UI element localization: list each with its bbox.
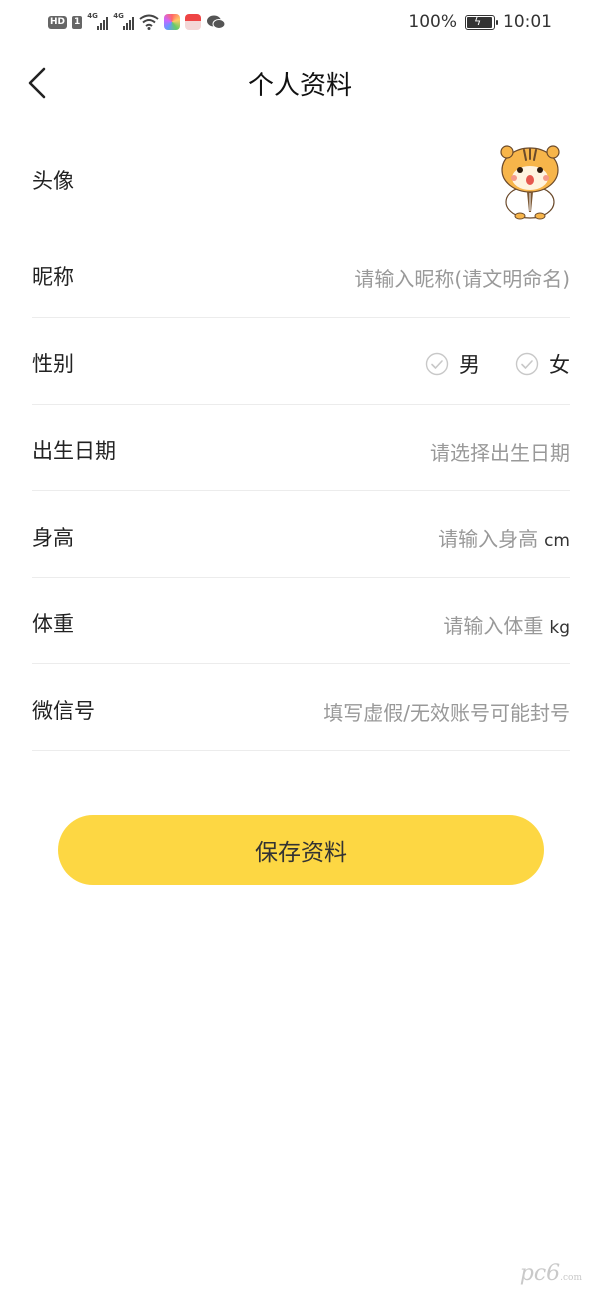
battery-icon: ϟ <box>465 14 498 30</box>
wechat-label: 微信号 <box>32 699 95 723</box>
gender-option-female[interactable]: 女 <box>515 349 570 379</box>
nickname-label: 昵称 <box>32 265 74 289</box>
height-label: 身高 <box>32 526 74 550</box>
birthday-row[interactable]: 出生日期 请选择出生日期 <box>32 405 570 491</box>
charging-icon: ϟ <box>474 14 482 28</box>
gender-option-male[interactable]: 男 <box>425 349 480 379</box>
nickname-row[interactable]: 昵称 请输入昵称(请文明命名) <box>32 238 570 318</box>
check-circle-icon <box>425 352 449 376</box>
birthday-picker[interactable]: 请选择出生日期 <box>430 437 570 466</box>
birthday-label: 出生日期 <box>32 439 116 463</box>
wechat-icon <box>207 15 226 29</box>
avatar[interactable] <box>490 140 570 220</box>
height-row[interactable]: 身高 请输入身高 cm <box>32 491 570 578</box>
height-input[interactable]: 请输入身高 <box>438 527 538 551</box>
save-button[interactable]: 保存资料 <box>58 815 544 885</box>
battery-percent: 100% <box>408 12 457 32</box>
status-right: 100% ϟ 10:01 <box>408 12 552 32</box>
watermark-suffix: .com <box>560 1273 582 1283</box>
gender-option-label: 男 <box>459 353 480 377</box>
page-title: 个人资料 <box>247 71 352 101</box>
height-unit: cm <box>544 531 570 551</box>
gender-label: 性别 <box>32 352 74 376</box>
wechat-row[interactable]: 微信号 填写虚假/无效账号可能封号 <box>32 664 570 751</box>
gender-row: 性别 男 女 <box>32 318 570 405</box>
signal-icon: 4G <box>87 12 109 30</box>
signal-icon: 4G <box>113 12 135 30</box>
weight-input-wrap: 请输入体重 kg <box>443 610 570 639</box>
avatar-row[interactable]: 头像 <box>32 145 570 235</box>
height-input-wrap: 请输入身高 cm <box>438 523 570 552</box>
sim-icon: 1 <box>72 15 83 29</box>
status-bar: HD 1 4G 4G 100% ϟ 10:01 <box>0 0 600 44</box>
network-type: 4G <box>113 12 124 20</box>
watermark-logo: pc6.com <box>520 1261 582 1286</box>
watermark-text: pc6 <box>519 1261 561 1286</box>
weight-label: 体重 <box>32 612 74 636</box>
app-icon <box>164 14 181 30</box>
status-left: HD 1 4G 4G <box>48 12 226 32</box>
weight-input[interactable]: 请输入体重 <box>443 614 543 638</box>
app-icon <box>185 14 202 30</box>
clock: 10:01 <box>503 12 552 32</box>
nav-bar: 个人资料 <box>0 55 600 109</box>
wechat-input[interactable]: 填写虚假/无效账号可能封号 <box>323 697 570 726</box>
weight-unit: kg <box>549 618 570 638</box>
avatar-label: 头像 <box>32 169 74 193</box>
weight-row[interactable]: 体重 请输入体重 kg <box>32 578 570 664</box>
nickname-input[interactable]: 请输入昵称(请文明命名) <box>354 263 570 292</box>
save-button-label: 保存资料 <box>255 840 347 866</box>
hd-icon: HD <box>48 15 68 29</box>
check-circle-icon <box>515 352 539 376</box>
wifi-icon <box>139 14 159 30</box>
network-type: 4G <box>87 12 98 20</box>
gender-option-label: 女 <box>549 353 570 377</box>
